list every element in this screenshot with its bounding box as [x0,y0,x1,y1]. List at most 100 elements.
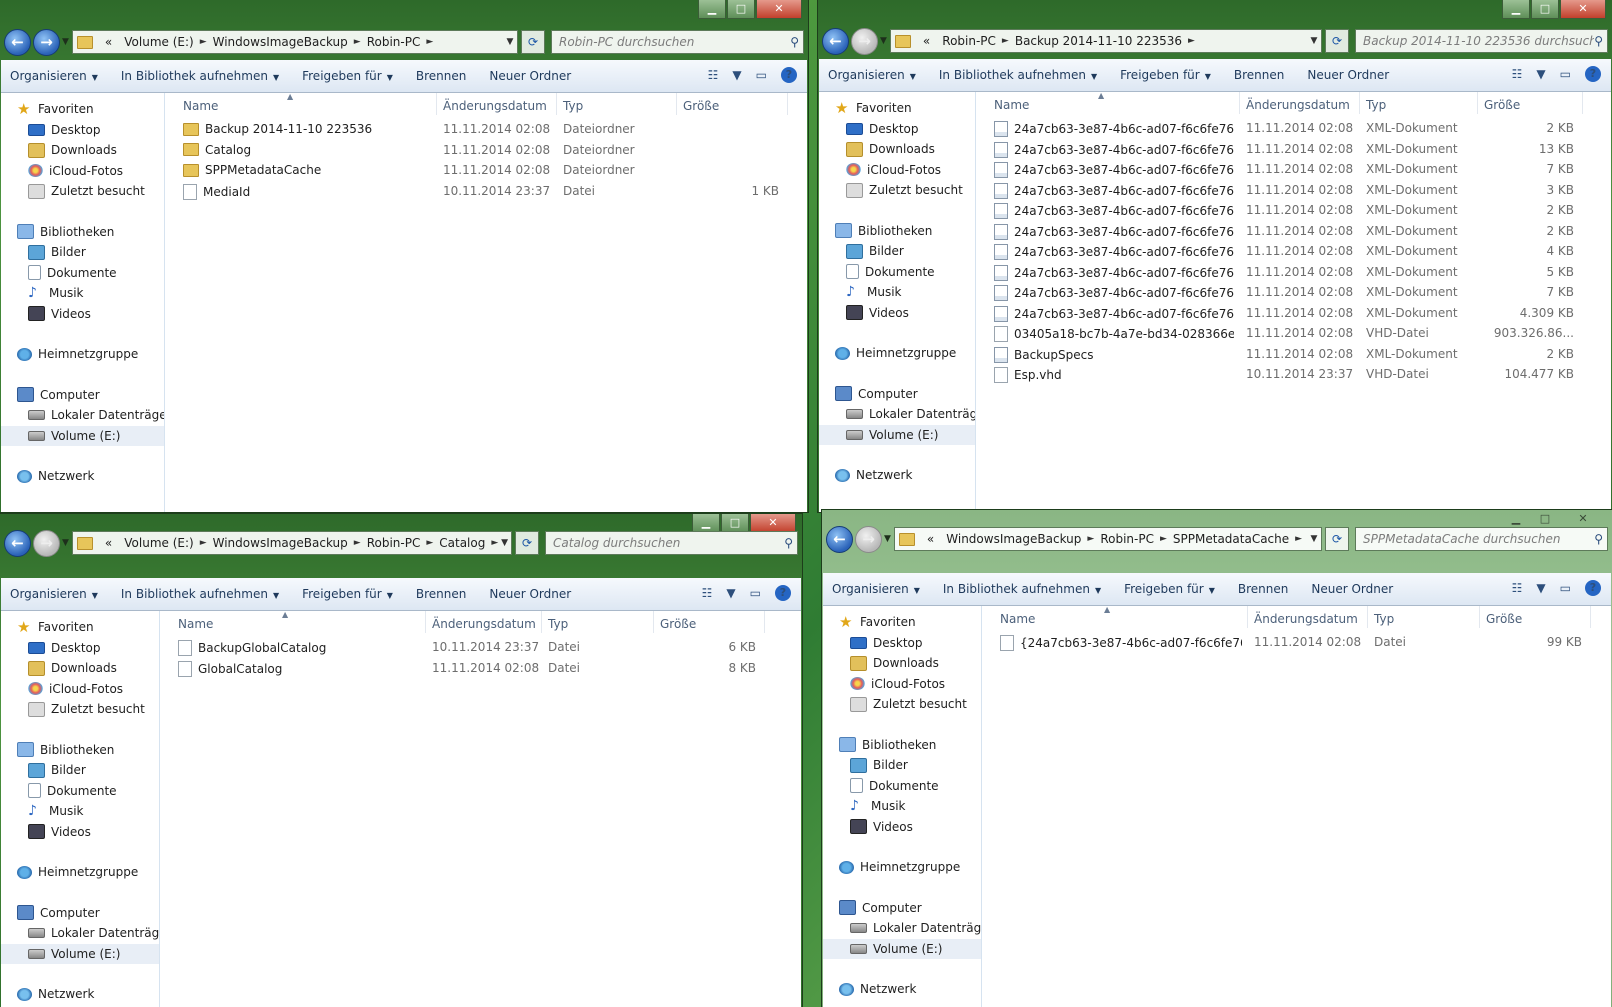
favorites-header[interactable]: ★ Favoriten [1,617,159,638]
include-in-library-menu[interactable]: In Bibliothek aufnehmen ▼ [939,68,1097,82]
refresh-button[interactable]: ⟳ [1325,527,1349,551]
libraries-header[interactable]: Bibliotheken [1,740,159,761]
column-divider[interactable] [1239,92,1240,114]
nav-item-desktop[interactable]: Desktop [1,638,159,659]
table-row[interactable]: 24a7cb63-3e87-4b6c-ad07-f6c6fe7629eb_...… [976,118,1611,139]
back-button[interactable]: ← [822,27,849,55]
favorites-header[interactable]: ★ Favoriten [823,612,981,633]
search-icon[interactable]: ⚲ [784,536,793,550]
breadcrumb-overflow[interactable]: « [105,35,112,49]
nav-item-lokaler-datentr-ger[interactable]: Lokaler Datenträger [819,404,975,425]
network-header[interactable]: Netzwerk [823,979,981,1000]
column-divider[interactable] [556,93,557,115]
nav-item-videos[interactable]: Videos [1,304,164,325]
nav-item-lokaler-datentr-ger[interactable]: Lokaler Datenträger [823,918,981,939]
column-header-date[interactable]: Änderungsdatum [443,99,547,113]
change-view-icon[interactable]: ☷ [1512,581,1523,595]
column-divider[interactable] [1479,606,1480,628]
help-icon[interactable]: ? [1585,580,1601,596]
column-divider[interactable] [1367,606,1368,628]
column-header-type[interactable]: Typ [1374,612,1394,626]
maximize-button[interactable]: □ [1531,0,1559,19]
recent-pages-dropdown[interactable]: ▼ [62,37,69,47]
table-row[interactable]: Esp.vhd 10.11.2014 23:37 VHD-Datei 104.477 … [976,364,1611,385]
table-row[interactable]: 03405a18-bc7b-4a7e-bd34-028366e49a2d... 1… [976,323,1611,344]
nav-item-zuletzt-besucht[interactable]: Zuletzt besucht [1,699,159,720]
nav-item-icloud-fotos[interactable]: iCloud-Fotos [823,674,981,695]
share-with-menu[interactable]: Freigeben für ▼ [1120,68,1211,82]
nav-item-desktop[interactable]: Desktop [823,633,981,654]
file-name[interactable]: 24a7cb63-3e87-4b6c-ad07-f6c6fe7629eb_... [994,264,1234,281]
column-divider[interactable] [436,93,437,115]
nav-item-lokaler-datentr-ger[interactable]: Lokaler Datenträger [1,405,164,426]
computer-header[interactable]: Computer [819,384,975,405]
chevron-right-icon[interactable]: ► [1160,534,1167,544]
breadcrumb-item[interactable]: Volume (E:) [124,35,193,49]
chevron-right-icon[interactable]: ► [354,37,361,47]
chevron-right-icon[interactable]: ► [1087,534,1094,544]
network-header[interactable]: Netzwerk [1,984,159,1005]
network-header[interactable]: Netzwerk [1,466,164,487]
chevron-right-icon[interactable]: ► [1295,534,1302,544]
nav-item-zuletzt-besucht[interactable]: Zuletzt besucht [1,181,164,202]
preview-pane-icon[interactable]: ▭ [756,68,767,82]
preview-pane-icon[interactable]: ▭ [750,586,761,600]
column-divider[interactable] [1582,92,1583,114]
table-row[interactable]: SPPMetadataCache 11.11.2014 02:08 Dateiord… [165,160,807,181]
table-row[interactable]: 24a7cb63-3e87-4b6c-ad07-f6c6fe7629eb_...… [976,139,1611,160]
address-bar[interactable]: « Volume (E:) ► WindowsImageBackup ► Robin-PC… [71,30,518,54]
nav-item-icloud-fotos[interactable]: iCloud-Fotos [819,160,975,181]
recent-pages-dropdown[interactable]: ▼ [880,36,887,46]
search-icon[interactable]: ⚲ [1594,34,1603,48]
include-in-library-menu[interactable]: In Bibliothek aufnehmen ▼ [121,69,279,83]
file-name[interactable]: BackupGlobalCatalog [178,640,420,656]
new-folder-button[interactable]: Neuer Ordner [489,587,571,601]
chevron-down-icon[interactable]: ▼ [503,37,517,47]
breadcrumb-overflow[interactable]: « [105,536,112,550]
organize-menu[interactable]: Organisieren ▼ [10,69,98,83]
table-row[interactable]: 24a7cb63-3e87-4b6c-ad07-f6c6fe7629eb_...… [976,241,1611,262]
include-in-library-menu[interactable]: In Bibliothek aufnehmen ▼ [121,587,279,601]
column-header-type[interactable]: Typ [548,617,568,631]
breadcrumb-overflow[interactable]: « [923,34,930,48]
column-divider[interactable] [425,611,426,633]
organize-menu[interactable]: Organisieren ▼ [832,582,920,596]
column-divider[interactable] [1247,606,1248,628]
column-divider[interactable] [1477,92,1478,114]
search-icon[interactable]: ⚲ [790,35,799,49]
chevron-down-icon[interactable]: ▼ [1307,534,1321,544]
breadcrumb-item[interactable]: Robin-PC [367,35,421,49]
chevron-right-icon[interactable]: ► [491,538,498,548]
nav-item-bilder[interactable]: Bilder [823,755,981,776]
close-button[interactable]: ✕ [1560,0,1606,19]
nav-item-musik[interactable]: ♪ Musik [819,282,975,303]
file-name[interactable]: 24a7cb63-3e87-4b6c-ad07-f6c6fe7629eb_... [994,203,1234,219]
nav-item-bilder[interactable]: Bilder [819,241,975,262]
burn-button[interactable]: Brennen [1238,582,1288,596]
nav-item-videos[interactable]: Videos [823,817,981,838]
breadcrumb-item[interactable]: Catalog [439,536,485,550]
nav-item-bilder[interactable]: Bilder [1,760,159,781]
chevron-down-icon[interactable]: ▼ [498,538,511,548]
file-name[interactable]: BackupSpecs [994,346,1234,363]
nav-item-dokumente[interactable]: Dokumente [1,781,159,802]
back-button[interactable]: ← [826,525,853,553]
homegroup-header[interactable]: Heimnetzgruppe [823,857,981,878]
nav-item-downloads[interactable]: Downloads [819,139,975,160]
change-view-icon[interactable]: ☷ [708,68,719,82]
table-row[interactable]: 24a7cb63-3e87-4b6c-ad07-f6c6fe7629eb_...… [976,282,1611,303]
change-view-icon[interactable]: ☷ [1512,67,1523,81]
chevron-down-icon[interactable]: ▼ [1307,36,1321,46]
column-divider[interactable] [1590,606,1591,628]
preview-pane-icon[interactable]: ▭ [1560,67,1571,81]
new-folder-button[interactable]: Neuer Ordner [1311,582,1393,596]
computer-header[interactable]: Computer [823,898,981,919]
include-in-library-menu[interactable]: In Bibliothek aufnehmen ▼ [943,582,1101,596]
column-header-name[interactable]: Name [178,617,213,631]
nav-item-musik[interactable]: ♪ Musik [1,801,159,822]
nav-item-musik[interactable]: ♪ Musik [1,283,164,304]
column-divider[interactable] [787,93,788,115]
table-row[interactable]: 24a7cb63-3e87-4b6c-ad07-f6c6fe7629eb_...… [976,159,1611,180]
new-folder-button[interactable]: Neuer Ordner [1307,68,1389,82]
minimize-button[interactable]: ▁ [1502,0,1530,19]
